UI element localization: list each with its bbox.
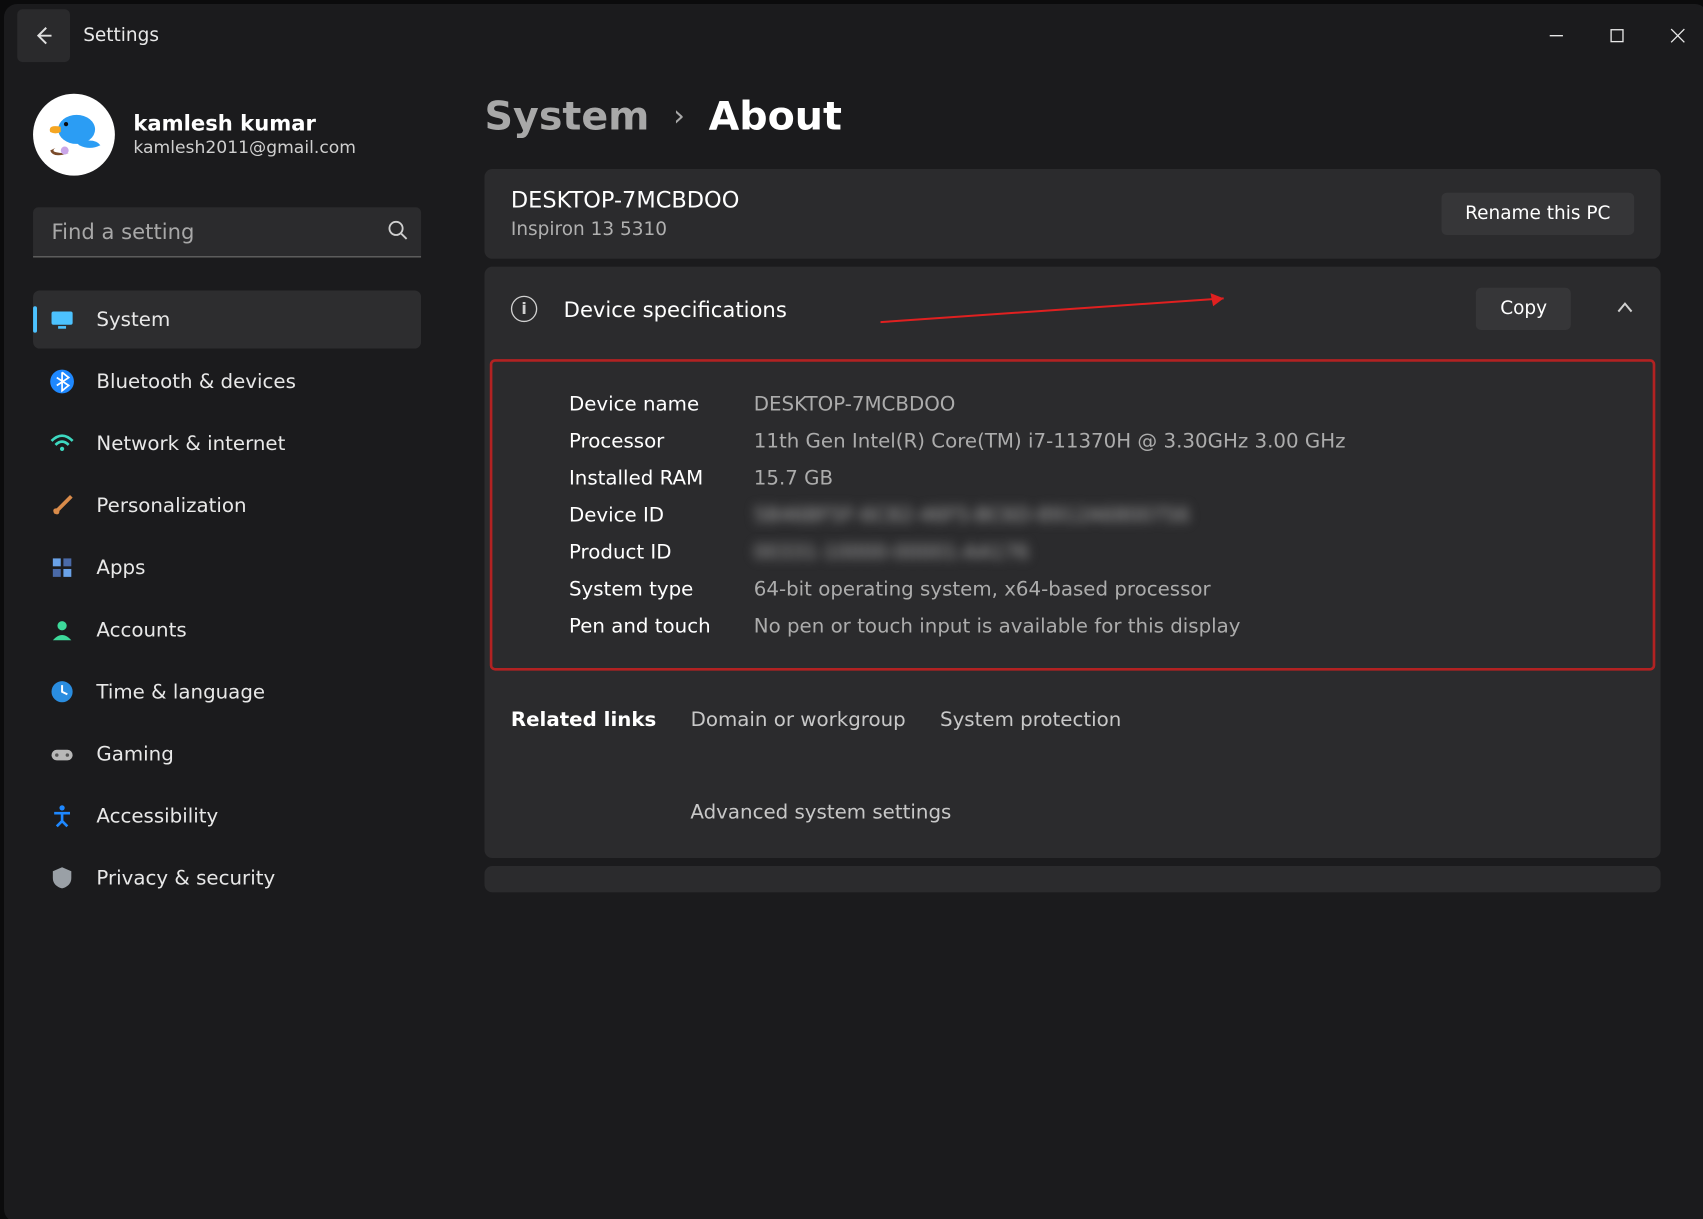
rename-pc-button[interactable]: Rename this PC	[1441, 193, 1634, 235]
sidebar-item-label: Network & internet	[96, 432, 285, 456]
spec-label: Processor	[569, 429, 754, 453]
related-links: Related links Domain or workgroup System…	[484, 684, 1660, 858]
spec-row: Pen and touchNo pen or touch input is av…	[569, 607, 1640, 644]
sidebar-item-bluetooth-devices[interactable]: Bluetooth & devices	[33, 352, 421, 410]
spec-row: System type64-bit operating system, x64-…	[569, 570, 1640, 607]
sidebar-item-system[interactable]: System	[33, 290, 421, 348]
sidebar-item-accessibility[interactable]: Accessibility	[33, 787, 421, 845]
spec-row: Product ID00331-10000-00001-AA176	[569, 533, 1640, 570]
spec-row: Device ID5B46BF5F-6C82-46F5-BC6D-8912A68…	[569, 496, 1640, 533]
person-icon	[49, 616, 75, 642]
next-card-peek	[484, 866, 1660, 892]
app-title: Settings	[83, 25, 159, 46]
spec-label: Device ID	[569, 503, 754, 527]
spec-label: Device name	[569, 392, 754, 416]
spec-label: Pen and touch	[569, 614, 754, 638]
brush-icon	[49, 492, 75, 518]
breadcrumb-parent[interactable]: System	[484, 94, 649, 140]
sidebar-item-time-language[interactable]: Time & language	[33, 663, 421, 721]
shield-icon	[49, 865, 75, 891]
window-controls	[1526, 15, 1703, 57]
avatar-bird-icon	[42, 103, 105, 166]
device-specs-card: i Device specifications Copy Device name…	[484, 267, 1660, 858]
chevron-right-icon: ›	[673, 100, 685, 133]
pc-name: DESKTOP-7MCBDOO	[511, 187, 1441, 213]
device-specs-body: Device nameDESKTOP-7MCBDOOProcessor11th …	[490, 359, 1656, 671]
sidebar-item-label: Personalization	[96, 494, 246, 518]
sidebar-item-label: Time & language	[96, 680, 265, 704]
spec-value: 64-bit operating system, x64-based proce…	[754, 577, 1640, 601]
link-advanced-system-settings[interactable]: Advanced system settings	[690, 800, 951, 824]
main: System › About DESKTOP-7MCBDOO Inspiron …	[440, 67, 1703, 1219]
sidebar-item-gaming[interactable]: Gaming	[33, 725, 421, 783]
nav: System Bluetooth & devices Network & inter…	[33, 286, 421, 1219]
spec-label: Product ID	[569, 540, 754, 564]
device-specs-header[interactable]: i Device specifications Copy	[484, 267, 1660, 351]
spec-row: Installed RAM15.7 GB	[569, 459, 1640, 496]
sidebar-item-label: Accessibility	[96, 804, 218, 828]
device-specs-title: Device specifications	[564, 296, 1450, 321]
sidebar-item-label: System	[96, 308, 170, 332]
spec-value: No pen or touch input is available for t…	[754, 614, 1640, 638]
spec-row: Processor11th Gen Intel(R) Core(TM) i7-1…	[569, 422, 1640, 459]
close-button[interactable]	[1647, 15, 1703, 57]
sidebar-item-label: Gaming	[96, 742, 173, 766]
gamepad-icon	[49, 741, 75, 767]
monitor-icon	[49, 306, 75, 332]
spec-label: System type	[569, 577, 754, 601]
breadcrumb: System › About	[484, 94, 1660, 140]
spec-label: Installed RAM	[569, 466, 754, 490]
pc-model: Inspiron 13 5310	[511, 219, 1441, 240]
titlebar: Settings	[4, 4, 1703, 67]
sidebar-item-label: Accounts	[96, 618, 186, 642]
sidebar-item-personalization[interactable]: Personalization	[33, 477, 421, 535]
avatar	[33, 94, 115, 176]
sidebar-item-apps[interactable]: Apps	[33, 539, 421, 597]
sidebar-item-network-internet[interactable]: Network & internet	[33, 415, 421, 473]
pc-card: DESKTOP-7MCBDOO Inspiron 13 5310 Rename …	[484, 169, 1660, 259]
user-name: kamlesh kumar	[133, 111, 356, 136]
link-domain-workgroup[interactable]: Domain or workgroup	[691, 708, 906, 732]
apps-icon	[49, 554, 75, 580]
link-system-protection[interactable]: System protection	[940, 708, 1121, 732]
info-icon: i	[511, 296, 537, 322]
copy-button[interactable]: Copy	[1476, 288, 1570, 330]
maximize-icon	[1609, 28, 1625, 44]
sidebar: kamlesh kumar kamlesh2011@gmail.com Syst…	[4, 67, 440, 1219]
minimize-icon	[1548, 28, 1564, 44]
wifi-icon	[49, 430, 75, 456]
arrow-left-icon	[33, 25, 54, 46]
spec-row: Device nameDESKTOP-7MCBDOO	[569, 385, 1640, 422]
spec-value: 5B46BF5F-6C82-46F5-BC6D-8912A6800756	[754, 503, 1640, 527]
user-email: kamlesh2011@gmail.com	[133, 139, 356, 159]
spec-value: 00331-10000-00001-AA176	[754, 540, 1640, 564]
sidebar-item-accounts[interactable]: Accounts	[33, 601, 421, 659]
sidebar-item-privacy-security[interactable]: Privacy & security	[33, 849, 421, 907]
bluetooth-icon	[49, 368, 75, 394]
breadcrumb-current: About	[709, 94, 842, 140]
minimize-button[interactable]	[1526, 15, 1587, 57]
sidebar-item-label: Bluetooth & devices	[96, 370, 296, 394]
spec-value: DESKTOP-7MCBDOO	[754, 392, 1640, 416]
profile[interactable]: kamlesh kumar kamlesh2011@gmail.com	[33, 94, 421, 176]
close-icon	[1670, 28, 1686, 44]
search-input[interactable]	[33, 207, 421, 257]
sidebar-item-label: Privacy & security	[96, 866, 275, 890]
search	[33, 207, 421, 257]
clock-icon	[49, 679, 75, 705]
spec-value: 15.7 GB	[754, 466, 1640, 490]
search-icon	[387, 219, 408, 245]
sidebar-item-label: Apps	[96, 556, 145, 580]
maximize-button[interactable]	[1587, 15, 1648, 57]
back-button[interactable]	[17, 9, 70, 62]
related-links-title: Related links	[511, 708, 656, 732]
spec-value: 11th Gen Intel(R) Core(TM) i7-11370H @ 3…	[754, 429, 1640, 453]
chevron-up-icon	[1616, 296, 1634, 321]
accessibility-icon	[49, 803, 75, 829]
